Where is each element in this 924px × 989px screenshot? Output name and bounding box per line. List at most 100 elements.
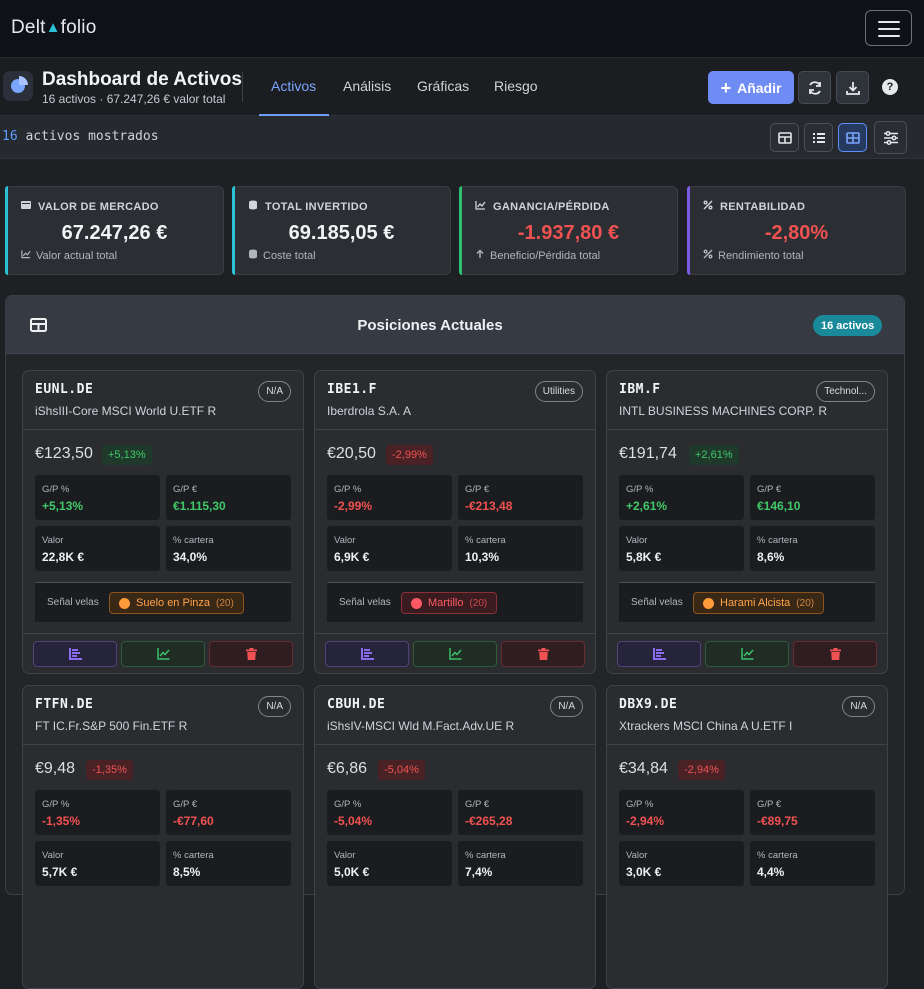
asset-chart-button[interactable]	[121, 641, 205, 667]
asset-price: €191,74	[619, 445, 677, 462]
metric-value: 7,4%	[465, 865, 493, 879]
metric-label: Valor	[42, 535, 64, 546]
metric-label: G/P €	[465, 484, 490, 495]
coins-icon	[248, 200, 258, 213]
tab-riesgo[interactable]: Riesgo	[494, 78, 538, 94]
asset-name: INTL BUSINESS MACHINES CORP. R	[619, 404, 828, 418]
asset-card[interactable]: FTFN.DE FT IC.Fr.S&P 500 Fin.ETF R N/A €…	[22, 685, 304, 989]
grid-view-button[interactable]	[838, 123, 867, 152]
metric-label: G/P €	[757, 799, 782, 810]
download-button[interactable]	[836, 71, 869, 104]
metric-label: Valor	[42, 850, 64, 861]
asset-card[interactable]: IBM.F INTL BUSINESS MACHINES CORP. R Tec…	[606, 370, 888, 674]
menu-toggle-button[interactable]	[865, 10, 912, 46]
tab-analisis[interactable]: Análisis	[343, 78, 391, 94]
stat-card-return: RENTABILIDAD -2,80% Rendimiento total	[687, 186, 906, 275]
metric-portfolio-weight: % cartera 10,3%	[458, 526, 583, 571]
asset-card[interactable]: IBE1.F Iberdrola S.A. A Utilities €20,50…	[314, 370, 596, 674]
asset-price: €20,50	[327, 445, 376, 462]
assets-shown-count: 16 activos mostrados	[2, 129, 159, 144]
sector-badge: Utilities	[534, 381, 583, 402]
stat-label: RENTABILIDAD	[720, 200, 806, 213]
metric-label: G/P %	[42, 799, 70, 810]
stat-card-total-invested: TOTAL INVERTIDO 69.185,05 € Coste total	[232, 186, 451, 275]
chart-line-icon	[448, 648, 462, 660]
metric-value: 10,3%	[465, 550, 500, 564]
metric-gp-eur: G/P € -€213,48	[458, 475, 583, 520]
metric-label: Valor	[626, 535, 648, 546]
asset-chart-button[interactable]	[705, 641, 789, 667]
asset-delete-button[interactable]	[501, 641, 585, 667]
signal-label: Señal velas	[631, 597, 683, 608]
candle-signal-badge[interactable]: Harami Alcista (20)	[693, 592, 825, 614]
table-icon	[777, 131, 792, 144]
stat-value: 69.185,05 €	[288, 222, 395, 244]
metric-label: % cartera	[465, 850, 506, 861]
asset-analysis-button[interactable]	[325, 641, 409, 667]
trash-icon	[829, 648, 841, 660]
page-title: Dashboard de Activos	[42, 69, 242, 90]
asset-delete-button[interactable]	[209, 641, 293, 667]
card-divider	[23, 429, 303, 430]
asset-analysis-button[interactable]	[33, 641, 117, 667]
metric-value: -€89,75	[757, 814, 798, 828]
asset-ticker: EUNL.DE	[35, 382, 94, 397]
sector-badge: N/A	[258, 381, 291, 402]
asset-name: iShsIII-Core MSCI World U.ETF R	[35, 404, 217, 418]
asset-analysis-button[interactable]	[617, 641, 701, 667]
asset-card[interactable]: DBX9.DE Xtrackers MSCI China A U.ETF I N…	[606, 685, 888, 989]
card-divider	[315, 429, 595, 430]
asset-delete-button[interactable]	[793, 641, 877, 667]
candle-signal-badge[interactable]: Suelo en Pinza (20)	[109, 592, 244, 614]
chart-line-icon	[475, 200, 486, 213]
card-divider	[607, 633, 887, 634]
refresh-button[interactable]	[798, 71, 831, 104]
metric-value: €1.115,30	[173, 499, 226, 513]
candle-signal-badge[interactable]: Martillo (20)	[401, 592, 498, 614]
asset-ticker: IBE1.F	[327, 382, 377, 397]
signal-strength: (20)	[469, 597, 488, 609]
brand-logo[interactable]: Delt▲folio	[11, 17, 97, 39]
percent-icon	[703, 200, 713, 213]
metric-portfolio-weight: % cartera 4,4%	[750, 841, 875, 886]
price-change-badge: -1,35%	[86, 760, 133, 780]
add-asset-button[interactable]: + Añadir	[708, 71, 794, 104]
price-change-badge: +5,13%	[102, 445, 152, 465]
metric-value: 6,9K €	[334, 550, 370, 564]
signal-label: Señal velas	[47, 597, 99, 608]
price-change-badge: -2,99%	[386, 445, 433, 465]
tab-activos[interactable]: Activos	[271, 78, 316, 94]
asset-name: FT IC.Fr.S&P 500 Fin.ETF R	[35, 719, 188, 733]
plus-icon: +	[720, 77, 732, 98]
signal-name: Martillo	[428, 597, 464, 609]
metric-value-total: Valor 6,9K €	[327, 526, 452, 571]
metric-value: -2,94%	[626, 814, 665, 828]
stat-card-profit-loss: GANANCIA/PÉRDIDA -1.937,80 € Beneficio/P…	[459, 186, 678, 275]
card-divider	[607, 429, 887, 430]
asset-card[interactable]: CBUH.DE iShsIV-MSCI Wld M.Fact.Adv.UE R …	[314, 685, 596, 989]
filter-settings-button[interactable]	[874, 121, 907, 154]
metric-gp-pct: G/P % +2,61%	[619, 475, 744, 520]
positions-title: Posiciones Actuales	[357, 317, 503, 334]
card-divider	[315, 744, 595, 745]
list-view-button[interactable]	[804, 123, 833, 152]
asset-card[interactable]: EUNL.DE iShsIII-Core MSCI World U.ETF R …	[22, 370, 304, 674]
help-icon[interactable]: ?	[882, 79, 898, 95]
metric-label: G/P %	[42, 484, 70, 495]
metric-gp-pct: G/P % -2,99%	[327, 475, 452, 520]
price-change-badge: -2,94%	[678, 760, 725, 780]
metric-label: % cartera	[173, 535, 214, 546]
stat-value: -2,80%	[764, 222, 829, 244]
metric-gp-eur: G/P € -€265,28	[458, 790, 583, 835]
asset-price: €123,50	[35, 445, 93, 462]
tab-graficas[interactable]: Gráficas	[417, 78, 469, 94]
dashboard-header: Dashboard de Activos 16 activos · 67.247…	[0, 58, 924, 116]
card-divider	[315, 633, 595, 634]
asset-name: iShsIV-MSCI Wld M.Fact.Adv.UE R	[327, 719, 515, 733]
metric-portfolio-weight: % cartera 7,4%	[458, 841, 583, 886]
metric-label: G/P %	[334, 484, 362, 495]
metric-label: G/P %	[626, 484, 654, 495]
asset-chart-button[interactable]	[413, 641, 497, 667]
stat-label: VALOR DE MERCADO	[38, 200, 159, 213]
table-view-button[interactable]	[770, 123, 799, 152]
